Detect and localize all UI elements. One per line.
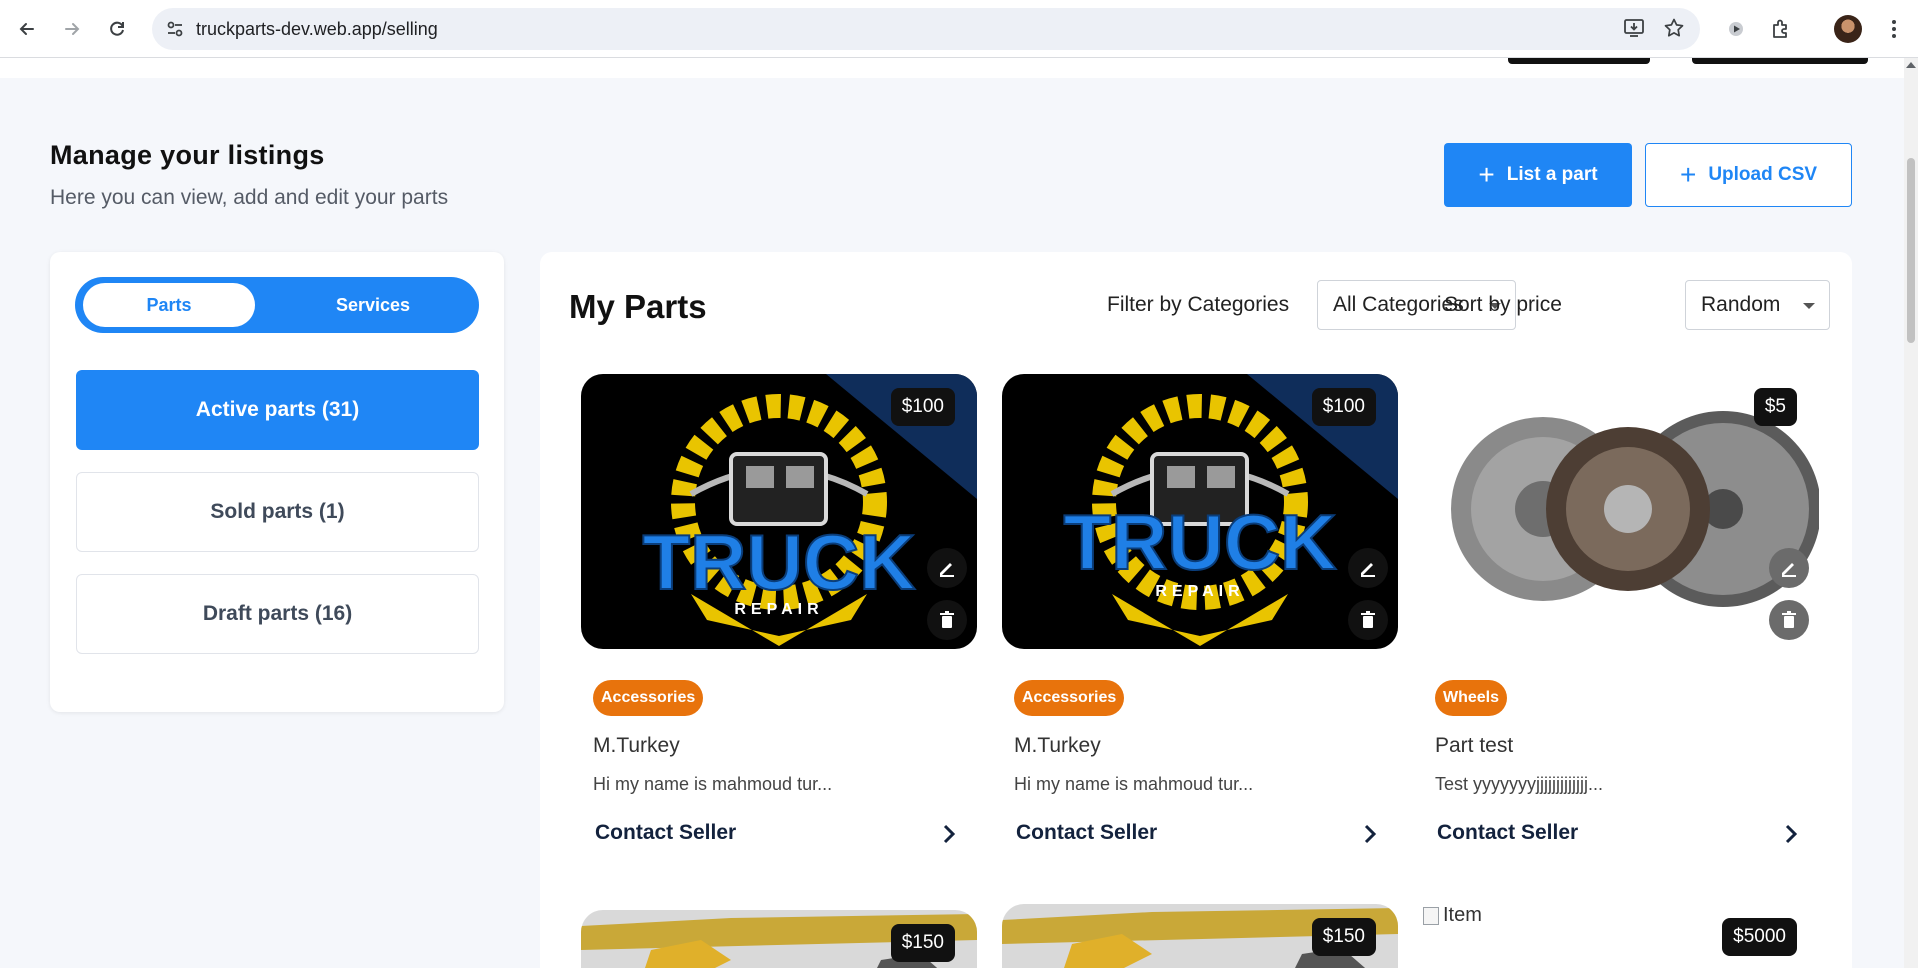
upload-csv-label: Upload CSV	[1708, 164, 1818, 185]
logo-text: TRUCK	[643, 518, 916, 606]
filter-label: Filter by Categories	[1107, 293, 1290, 316]
reload-icon[interactable]	[102, 14, 132, 44]
listing-status-panel: Parts Services Active parts (31) Sold pa…	[50, 252, 504, 712]
address-bar[interactable]: truckparts-dev.web.app/selling	[152, 8, 1700, 50]
chevron-right-icon[interactable]	[937, 822, 961, 846]
browser-toolbar: truckparts-dev.web.app/selling	[0, 0, 1918, 58]
forward-arrow-icon[interactable]	[57, 14, 87, 44]
price-badge: $5	[1753, 388, 1797, 426]
part-image[interactable]: TRUCK REPAIR $100	[581, 374, 977, 649]
my-parts-panel: My Parts Filter by Categories All Catego…	[540, 252, 1852, 968]
profile-avatar[interactable]	[1834, 15, 1862, 43]
part-description: Hi my name is mahmoud tur...	[593, 774, 833, 794]
contact-seller-link[interactable]: Contact Seller	[1437, 821, 1578, 845]
part-description: Hi my name is mahmoud tur...	[1014, 774, 1254, 794]
draft-parts-button[interactable]: Draft parts (16)	[76, 574, 479, 654]
list-part-label: List a part	[1506, 164, 1598, 185]
price-badge: $100	[890, 388, 955, 426]
plus-icon: +	[1679, 159, 1697, 190]
contact-seller-link[interactable]: Contact Seller	[595, 821, 736, 845]
page-title: Manage your listings	[50, 140, 325, 170]
pencil-icon[interactable]	[927, 548, 967, 588]
parts-services-toggle: Parts Services	[75, 277, 479, 333]
part-image[interactable]: $5	[1423, 374, 1819, 649]
chevron-right-icon[interactable]	[1779, 822, 1803, 846]
extensions-icon[interactable]	[1765, 13, 1797, 45]
broken-image-icon	[1423, 906, 1439, 925]
image-alt-text: Item	[1443, 904, 1482, 926]
price-badge: $150	[890, 924, 955, 962]
page-content: Manage your listings Here you can view, …	[0, 58, 1904, 968]
pencil-icon[interactable]	[1769, 548, 1809, 588]
header-strip	[0, 58, 1904, 78]
trash-icon[interactable]	[1769, 600, 1809, 640]
sort-label: Sort by price	[1444, 293, 1562, 316]
price-badge: $100	[1311, 388, 1376, 426]
price-badge: $5000	[1722, 918, 1797, 956]
part-title: M.Turkey	[593, 734, 680, 757]
page-subtitle: Here you can view, add and edit your par…	[50, 186, 449, 209]
chevron-down-icon	[1803, 303, 1815, 309]
kebab-menu-icon[interactable]	[1878, 13, 1910, 45]
broken-image: Item	[1423, 904, 1482, 927]
part-card[interactable]: $150	[581, 910, 977, 968]
active-parts-button[interactable]: Active parts (31)	[76, 370, 479, 450]
trash-icon[interactable]	[927, 600, 967, 640]
part-title: Part test	[1435, 734, 1514, 757]
back-arrow-icon[interactable]	[12, 14, 42, 44]
scroll-thumb[interactable]	[1907, 158, 1915, 343]
part-image[interactable]: $150	[1002, 904, 1398, 968]
logo-text: TRUCK	[1064, 498, 1337, 586]
part-image[interactable]: $150	[581, 910, 977, 968]
sort-price-select[interactable]: Random	[1685, 280, 1830, 330]
scroll-up-arrow-icon[interactable]	[1906, 62, 1916, 68]
category-badge: Accessories	[593, 680, 704, 716]
plus-icon: +	[1478, 159, 1495, 190]
pencil-icon[interactable]	[1348, 548, 1388, 588]
part-title: M.Turkey	[1014, 734, 1101, 757]
header-button[interactable]	[1692, 58, 1868, 64]
install-icon[interactable]	[1618, 12, 1650, 44]
url-text: truckparts-dev.web.app/selling	[196, 19, 438, 39]
part-card[interactable]: Item $5000	[1423, 904, 1819, 968]
category-badge: Accessories	[1014, 680, 1125, 716]
upload-csv-button[interactable]: + Upload CSV	[1645, 143, 1852, 207]
contact-seller-link[interactable]: Contact Seller	[1016, 821, 1157, 845]
media-icon[interactable]	[1720, 13, 1752, 45]
price-badge: $150	[1311, 918, 1376, 956]
part-description: Test yyyyyyyjjjjjjjjjjjjj...	[1435, 774, 1604, 794]
bookmark-star-icon[interactable]	[1658, 12, 1690, 44]
list-part-button[interactable]: + List a part	[1444, 143, 1632, 207]
chevron-right-icon[interactable]	[1358, 822, 1382, 846]
part-card[interactable]: $150	[1002, 904, 1398, 968]
section-title: My Parts	[569, 288, 707, 325]
site-info-icon[interactable]	[164, 18, 186, 40]
trash-icon[interactable]	[1348, 600, 1388, 640]
logo-subtext: REPAIR	[1155, 583, 1244, 600]
logo-subtext: REPAIR	[734, 601, 823, 618]
header-button[interactable]	[1508, 58, 1650, 64]
sold-parts-button[interactable]: Sold parts (1)	[76, 472, 479, 552]
part-image[interactable]: TRUCK REPAIR $100	[1002, 374, 1398, 649]
page-scrollbar[interactable]	[1904, 58, 1918, 968]
sort-price-value: Random	[1701, 293, 1781, 316]
category-badge: Wheels	[1435, 680, 1508, 716]
tab-parts[interactable]: Parts	[83, 283, 255, 327]
tab-services[interactable]: Services	[275, 283, 471, 327]
